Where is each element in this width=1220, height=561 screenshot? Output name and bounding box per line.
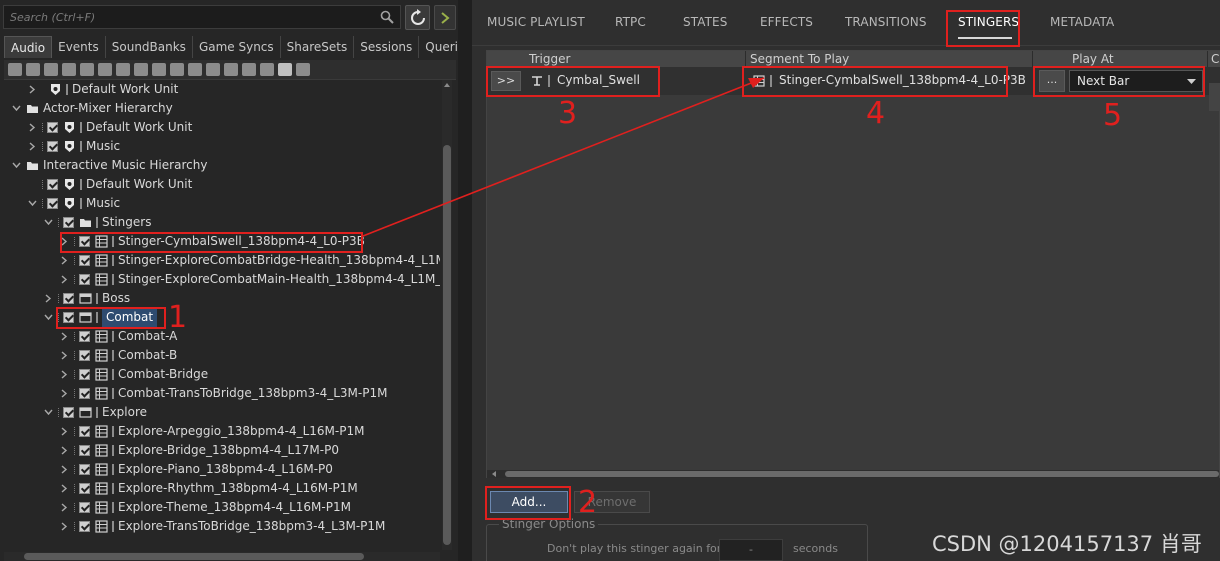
- highlight-box-stinger-item: [60, 232, 363, 253]
- highlight-box-4: [742, 66, 1008, 97]
- highlight-box-1: [56, 307, 166, 329]
- watermark-text: CSDN @1204157137 肖哥: [932, 532, 1202, 556]
- highlight-box-2: [485, 486, 571, 520]
- annotation-number-1: 1: [168, 300, 188, 335]
- annotation-number-2: 2: [578, 485, 598, 520]
- highlight-box-stingers-tab: [946, 10, 1020, 47]
- wwise-editor: Audio Events SoundBanks Game Syncs Share…: [0, 0, 1220, 561]
- annotation-number-5: 5: [1103, 98, 1123, 133]
- highlight-box-5: [1033, 66, 1205, 97]
- annotation-number-4: 4: [866, 96, 886, 131]
- annotation-number-3: 3: [558, 96, 578, 131]
- highlight-box-3: [486, 66, 660, 97]
